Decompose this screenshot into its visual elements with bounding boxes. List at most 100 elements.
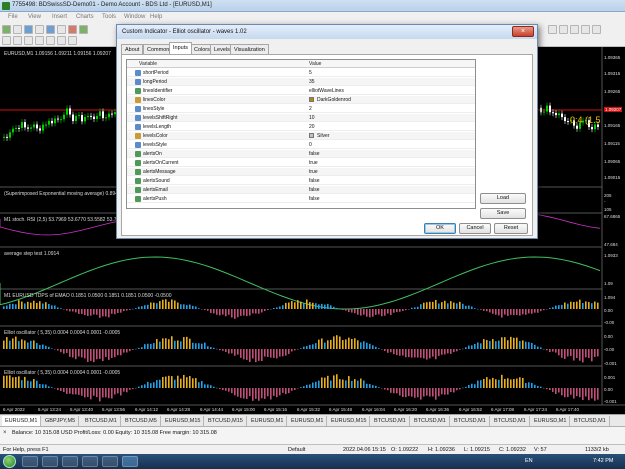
menu-file[interactable]: File [8,14,18,20]
chart-tab[interactable]: BTCUSD,M1 [451,416,490,426]
chart-tab[interactable]: EURUSD,M15 [162,416,205,426]
trendline-button[interactable] [46,36,55,45]
elliot-osc-bar [201,381,203,388]
param-value[interactable]: false [309,187,320,193]
table-row[interactable]: alertsMessage true [127,168,475,176]
navigator-button[interactable] [46,25,55,34]
zoom-out-button[interactable] [559,25,568,34]
profiles-button[interactable] [13,25,22,34]
table-row[interactable]: alertsPush false [127,195,475,203]
table-row[interactable]: linesIdentifier elliotWaveLines [127,87,475,95]
crosshair-tool-button[interactable] [13,36,22,45]
chart-tab[interactable]: EURUSD,M1 [288,416,328,426]
param-value[interactable]: 10 [309,115,315,121]
tile-windows-button[interactable] [570,25,579,34]
folder-icon[interactable] [62,456,78,467]
boolean-param-icon [135,187,141,193]
param-value[interactable]: 5 [309,70,312,76]
ok-button[interactable]: OK [424,223,456,234]
param-value[interactable]: 0 [309,142,312,148]
clock[interactable]: 7:42 PM [593,458,613,464]
autoscroll-button[interactable] [592,25,601,34]
menu-window[interactable]: Window [124,14,145,20]
zoom-in-button[interactable] [548,25,557,34]
chart-tab[interactable]: BTCUSD,M1 [411,416,450,426]
table-row[interactable]: levelsStyle 0 [127,141,475,149]
table-row[interactable]: alertsOn false [127,150,475,158]
elliot-osc-bar [549,388,551,390]
menu-view[interactable]: View [28,14,41,20]
chart-tab[interactable]: BTCUSD,M1 [82,416,121,426]
chart-tab[interactable]: EURUSD,M1 [531,416,571,426]
close-icon[interactable]: × [512,26,534,37]
param-value[interactable]: true [309,169,318,175]
param-value[interactable]: 2 [309,106,312,112]
tdps-bar [393,309,395,313]
terminal-button[interactable] [57,25,66,34]
param-value[interactable]: 20 [309,124,315,130]
chart-shift-button[interactable] [581,25,590,34]
table-row[interactable]: alertsEmail false [127,186,475,194]
table-row[interactable]: alertsSound false [127,177,475,185]
table-row[interactable]: levelsColor Silver [127,132,475,140]
param-value[interactable]: false [309,178,320,184]
chart-tab[interactable]: EURUSD,M1 [2,416,42,426]
browser-icon[interactable] [42,456,58,467]
autotrading-button[interactable] [79,25,88,34]
chart-tab[interactable]: BTCUSD,M1 [571,416,610,426]
table-row[interactable]: levelsLength 20 [127,123,475,131]
vertical-line-button[interactable] [24,36,33,45]
param-value[interactable]: true [309,160,318,166]
chart-tab[interactable]: BTCUSD,M5 [122,416,161,426]
table-row[interactable]: linesColor DarkGoldenrod [127,96,475,104]
chart-tab[interactable]: BTCUSD,M15 [205,416,247,426]
tab-inputs[interactable]: Inputs [169,42,192,54]
data-window-button[interactable] [35,25,44,34]
market-watch-button[interactable] [24,25,33,34]
chrome-icon[interactable] [102,456,118,467]
elliot-osc-bar [312,382,314,388]
start-button[interactable] [3,455,16,468]
tdps-bar [78,309,80,314]
menu-charts[interactable]: Charts [76,14,94,20]
table-row[interactable]: levelsShiftRight 10 [127,114,475,122]
chart-tab[interactable]: GBPJPY,M5 [42,416,80,426]
chart-tab[interactable]: BTCUSD,M1 [371,416,410,426]
param-value[interactable]: 35 [309,79,315,85]
tab-about[interactable]: About [121,44,144,54]
table-row[interactable]: longPeriod 35 [127,78,475,86]
new-chart-button[interactable] [2,25,11,34]
param-value[interactable]: Silver [317,133,330,139]
load-button[interactable]: Load [480,193,526,204]
menu-help[interactable]: Help [150,14,162,20]
language-indicator[interactable]: EN [525,458,533,464]
cancel-button[interactable]: Cancel [459,223,491,234]
parameters-table[interactable]: Variable Value shortPeriod 5 longPeriod … [126,59,476,209]
arrows-tool-button[interactable] [68,36,77,45]
close-icon[interactable]: × [3,430,10,437]
media-player-icon[interactable] [82,456,98,467]
menu-insert[interactable]: Insert [52,14,67,20]
save-button[interactable]: Save [480,208,526,219]
table-row[interactable]: shortPeriod 5 [127,69,475,77]
new-order-button[interactable] [68,25,77,34]
chart-tab[interactable]: EURUSD,M1 [248,416,288,426]
chart-tab[interactable]: BTCUSD,M1 [491,416,530,426]
chart-tab[interactable]: EURUSD,M15 [328,416,371,426]
tab-visualization[interactable]: Visualization [230,44,269,54]
param-value[interactable]: elliotWaveLines [309,88,344,94]
status-close: C: 1.09232 [499,447,526,453]
table-row[interactable]: linesStyle 2 [127,105,475,113]
text-tool-button[interactable] [57,36,66,45]
param-value[interactable]: DarkGoldenrod [317,97,351,103]
metatrader-taskbar-icon[interactable] [122,456,138,467]
table-row[interactable]: alertsOnCurrent true [127,159,475,167]
dialog-title-bar[interactable]: Custom Indicator - Elliot oscillator - w… [117,25,537,39]
cursor-tool-button[interactable] [2,36,11,45]
param-value[interactable]: false [309,151,320,157]
param-value[interactable]: false [309,196,320,202]
reset-button[interactable]: Reset [494,223,528,234]
horizontal-line-button[interactable] [35,36,44,45]
explorer-icon[interactable] [22,456,38,467]
menu-tools[interactable]: Tools [102,14,116,20]
